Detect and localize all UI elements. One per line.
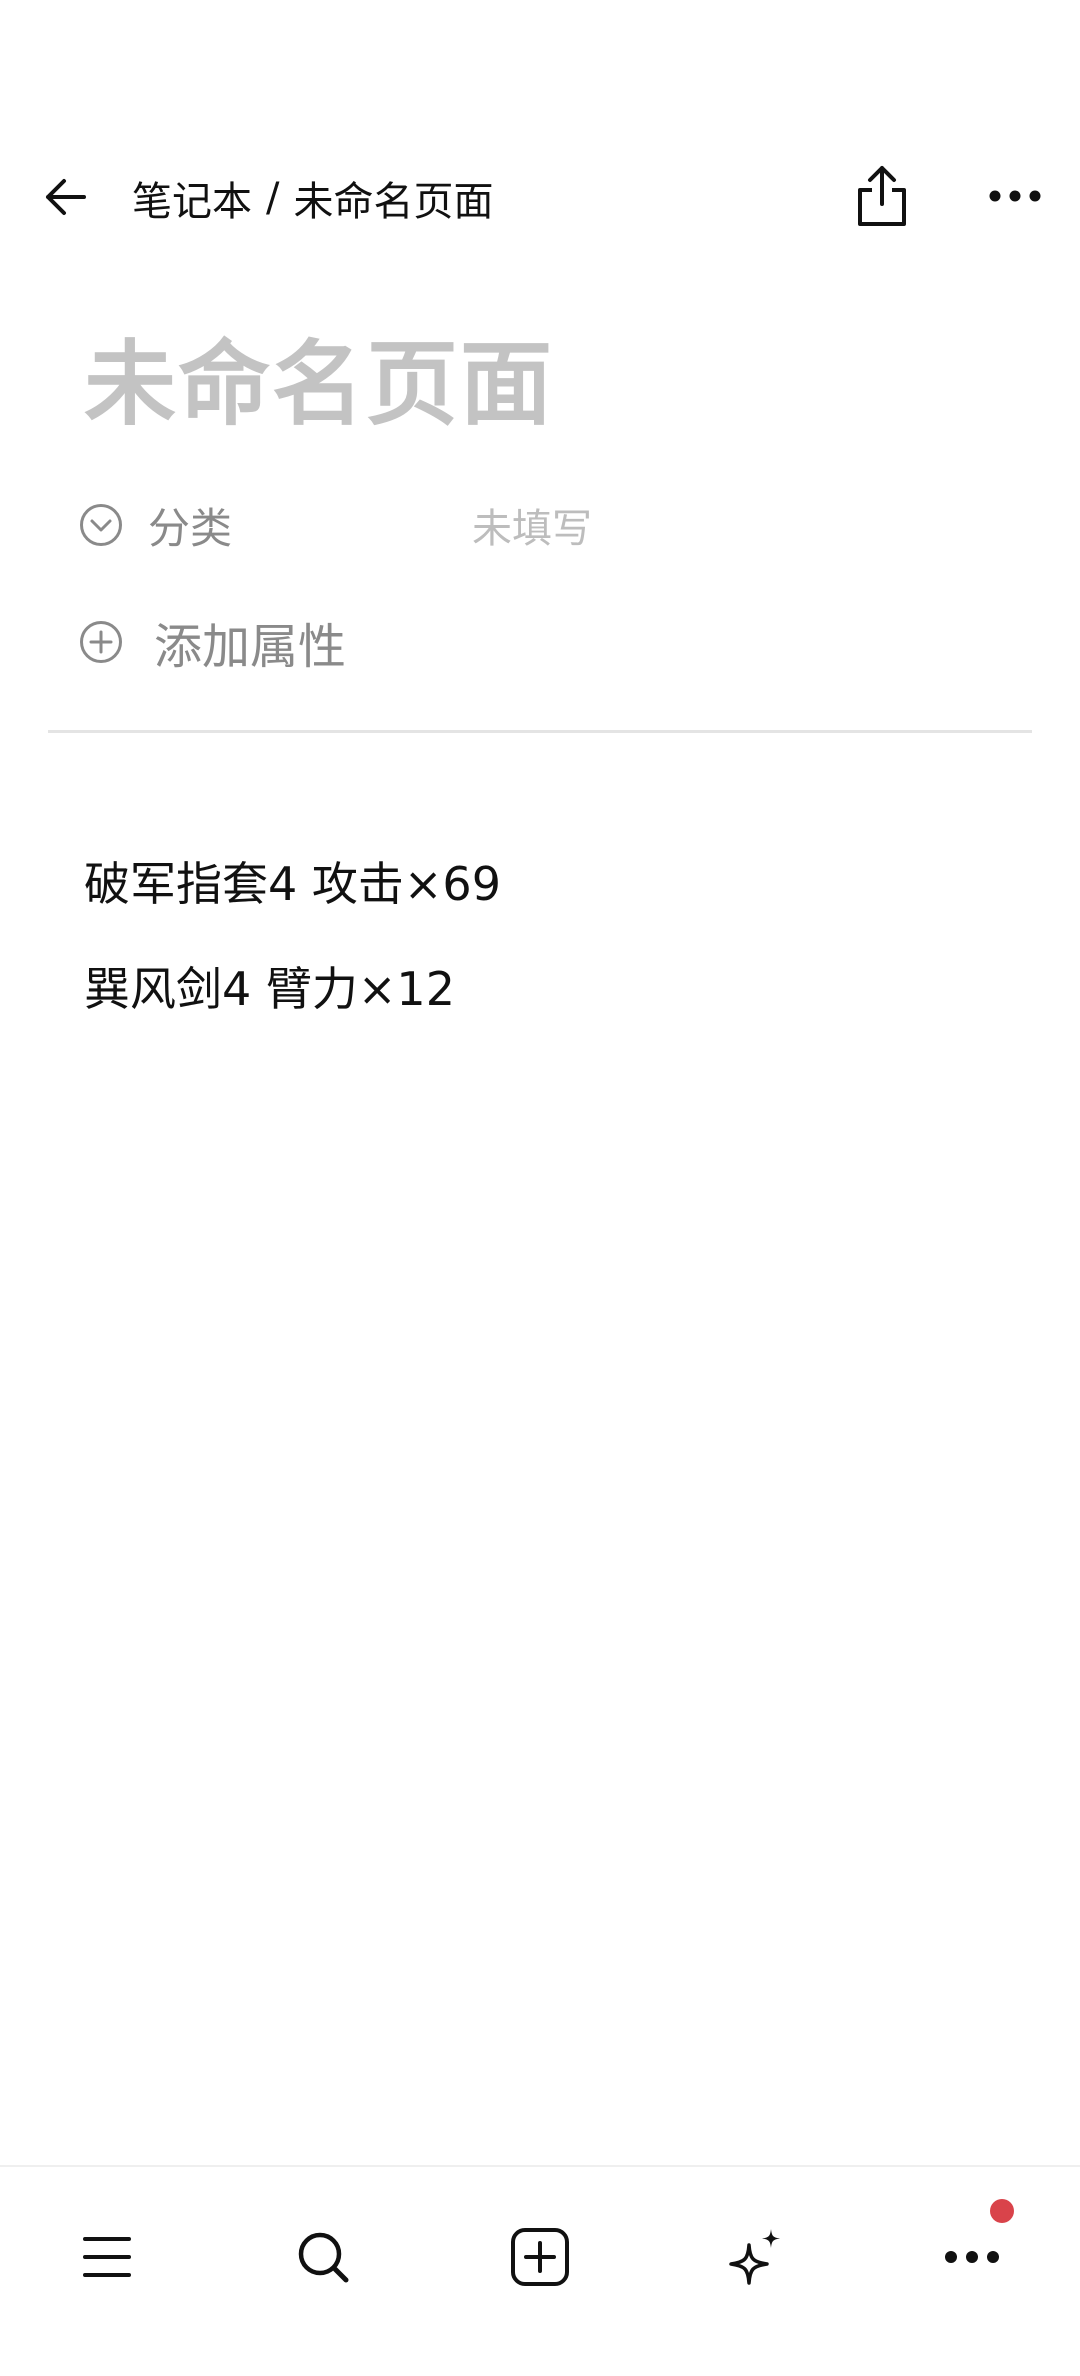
page: 笔记本 / 未命名页面 未命名页面 分类 未填写 添加属性 破军指套4 攻击×6… <box>0 0 1080 2376</box>
bottom-toolbar <box>0 2165 1080 2376</box>
breadcrumb-parent[interactable]: 笔记本 <box>132 169 252 227</box>
share-icon <box>858 166 906 226</box>
add-property-button[interactable]: 添加属性 <box>78 607 346 677</box>
back-button[interactable] <box>30 162 100 232</box>
breadcrumb: 笔记本 / 未命名页面 <box>132 168 493 228</box>
breadcrumb-separator: / <box>266 175 280 221</box>
more-button[interactable] <box>917 2207 1027 2307</box>
page-title-input[interactable]: 未命名页面 <box>84 310 554 443</box>
more-icon <box>945 2251 999 2263</box>
menu-button[interactable] <box>52 2207 162 2307</box>
ai-sparkle-icon <box>729 2229 780 2285</box>
add-property-label: 添加属性 <box>154 619 347 675</box>
category-label: 分类 <box>148 503 233 553</box>
divider <box>48 730 1032 733</box>
more-options-button[interactable] <box>975 166 1055 226</box>
menu-icon <box>83 2237 131 2277</box>
content-line[interactable]: 巽风剑4 臂力×12 <box>84 953 455 1019</box>
add-circle-icon <box>78 619 124 665</box>
ai-assistant-button[interactable] <box>700 2207 810 2307</box>
breadcrumb-current: 未命名页面 <box>293 179 494 225</box>
notification-badge <box>990 2199 1014 2223</box>
property-row-category[interactable]: 分类 未填写 <box>78 490 1078 560</box>
share-button[interactable] <box>846 158 918 234</box>
top-bar: 笔记本 / 未命名页面 <box>0 140 1080 250</box>
back-arrow-icon <box>46 179 86 215</box>
new-page-button[interactable] <box>485 2207 595 2307</box>
category-select-icon <box>78 502 124 548</box>
add-page-icon <box>511 2228 569 2286</box>
search-button[interactable] <box>268 2207 378 2307</box>
search-icon <box>298 2232 349 2283</box>
content-line[interactable]: 破军指套4 攻击×69 <box>84 848 501 914</box>
category-value[interactable]: 未填写 <box>472 496 592 554</box>
more-horizontal-icon <box>989 190 1041 202</box>
